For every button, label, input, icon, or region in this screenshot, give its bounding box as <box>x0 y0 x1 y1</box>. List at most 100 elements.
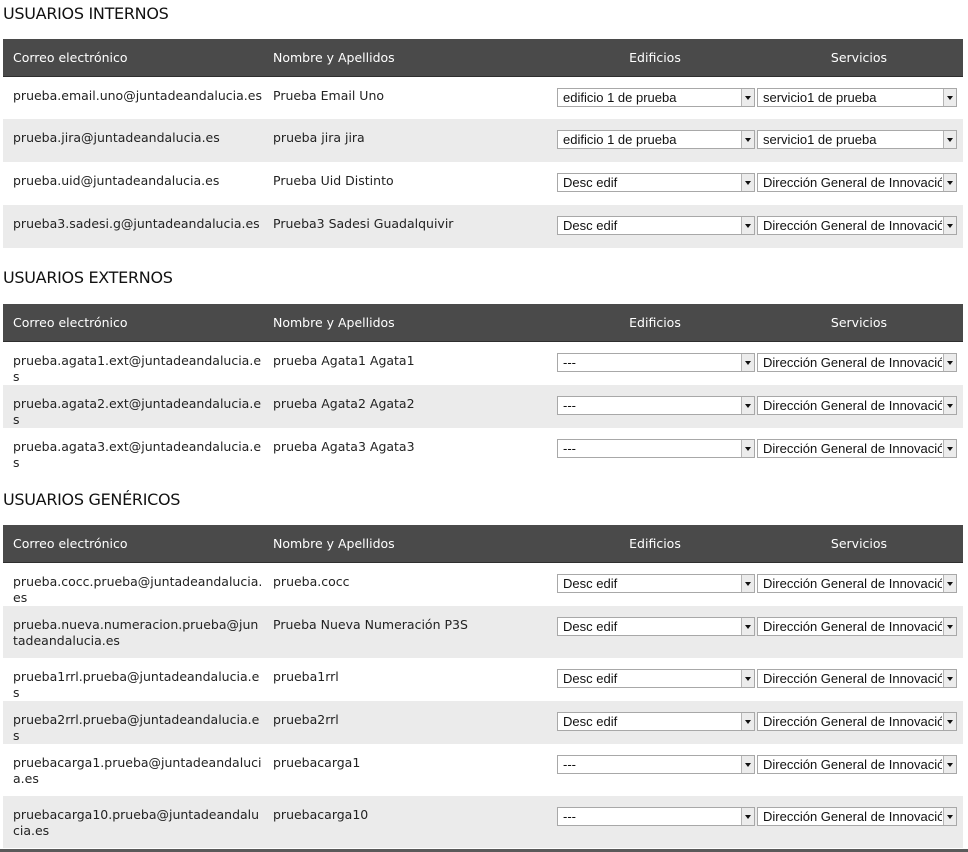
chevron-down-icon[interactable] <box>741 174 754 191</box>
email-cell: prueba.agata1.ext@juntadeandalucia.es <box>13 352 262 384</box>
edificio-select[interactable]: Desc edif <box>557 573 755 593</box>
edificio-selected-value: edificio 1 de prueba <box>563 132 677 147</box>
name-cell: Prueba Uid Distinto <box>273 173 394 188</box>
chevron-down-icon[interactable] <box>943 439 956 457</box>
servicio-select[interactable]: Dirección General de Innovación <box>757 806 957 826</box>
chevron-down-icon[interactable] <box>741 755 754 773</box>
name-cell: prueba jira jira <box>273 130 365 145</box>
servicio-select[interactable]: Dirección General de Innovación <box>757 216 957 235</box>
name-cell: pruebacarga1 <box>273 754 361 770</box>
name-cell: Prueba Nueva Numeración P3S <box>273 616 468 632</box>
chevron-down-icon[interactable] <box>741 574 754 592</box>
chevron-down-icon[interactable] <box>741 807 754 825</box>
edificio-selected-value: Desc edif <box>563 670 618 686</box>
edificio-select[interactable]: Desc edif <box>557 173 755 192</box>
servicio-select[interactable]: Dirección General de Innovación <box>757 395 957 415</box>
edificio-select[interactable]: --- <box>557 754 755 774</box>
email-cell: prueba.jira@juntadeandalucia.es <box>13 130 220 145</box>
chevron-down-icon[interactable] <box>741 617 754 635</box>
section-title-internos: USUARIOS INTERNOS <box>3 4 169 23</box>
table-row: prueba3.sadesi.g@juntadeandalucia.es Pru… <box>3 205 963 248</box>
name-cell: prueba2rrl <box>273 711 339 727</box>
servicio-select[interactable]: servicio1 de prueba <box>757 87 957 107</box>
edificio-select[interactable]: --- <box>557 438 755 458</box>
column-header-name: Nombre y Apellidos <box>263 39 555 77</box>
name-cell: prueba Agata1 Agata1 <box>273 352 415 368</box>
servicio-selected-value: Dirección General de Innovación <box>763 175 942 190</box>
servicio-select[interactable]: Dirección General de Innovación <box>757 352 957 372</box>
edificio-select[interactable]: Desc edif <box>557 711 755 731</box>
chevron-down-icon[interactable] <box>943 712 956 730</box>
table-row: pruebacarga1.prueba@juntadeandalucia.es … <box>3 743 963 796</box>
chevron-down-icon[interactable] <box>943 617 956 635</box>
chevron-down-icon[interactable] <box>943 755 956 773</box>
servicio-select[interactable]: servicio1 de prueba <box>757 130 957 149</box>
chevron-down-icon[interactable] <box>741 439 754 457</box>
column-header-name: Nombre y Apellidos <box>263 525 555 563</box>
email-cell: prueba.email.uno@juntadeandalucia.es <box>13 87 262 103</box>
edificio-select[interactable]: Desc edif <box>557 668 755 688</box>
edificio-selected-value: Desc edif <box>563 575 618 591</box>
table-row: prueba.jira@juntadeandalucia.es prueba j… <box>3 119 963 162</box>
servicio-selected-value: Dirección General de Innovación <box>763 354 942 370</box>
chevron-down-icon[interactable] <box>741 217 754 234</box>
edificio-selected-value: --- <box>563 808 576 824</box>
column-header-servicios: Servicios <box>755 525 963 563</box>
servicio-select[interactable]: Dirección General de Innovación <box>757 668 957 688</box>
table-header: Correo electrónico Nombre y Apellidos Ed… <box>3 39 963 77</box>
servicio-select[interactable]: Dirección General de Innovación <box>757 573 957 593</box>
servicio-select[interactable]: Dirección General de Innovación <box>757 616 957 636</box>
chevron-down-icon[interactable] <box>943 669 956 687</box>
chevron-down-icon[interactable] <box>741 712 754 730</box>
email-cell: prueba3.sadesi.g@juntadeandalucia.es <box>13 216 260 231</box>
column-header-edificios: Edificios <box>555 39 755 77</box>
table-row: prueba.nueva.numeracion.prueba@juntadean… <box>3 605 963 658</box>
table-header: Correo electrónico Nombre y Apellidos Ed… <box>3 525 963 563</box>
email-cell: pruebacarga1.prueba@juntadeandalucia.es <box>13 754 262 786</box>
chevron-down-icon[interactable] <box>943 217 956 234</box>
column-header-email: Correo electrónico <box>3 304 263 342</box>
chevron-down-icon[interactable] <box>741 88 754 106</box>
servicio-selected-value: Dirección General de Innovación <box>763 808 942 824</box>
servicio-select[interactable]: Dirección General de Innovación <box>757 173 957 192</box>
edificio-select[interactable]: edificio 1 de prueba <box>557 87 755 107</box>
servicio-select[interactable]: Dirección General de Innovación <box>757 438 957 458</box>
column-header-servicios: Servicios <box>755 39 963 77</box>
name-cell: prueba Agata2 Agata2 <box>273 395 415 411</box>
chevron-down-icon[interactable] <box>943 174 956 191</box>
servicio-selected-value: Dirección General de Innovación <box>763 575 942 591</box>
email-cell: prueba.uid@juntadeandalucia.es <box>13 173 220 188</box>
edificio-select[interactable]: Desc edif <box>557 216 755 235</box>
chevron-down-icon[interactable] <box>741 131 754 148</box>
servicio-selected-value: servicio1 de prueba <box>763 89 877 105</box>
table-row: prueba.uid@juntadeandalucia.es Prueba Ui… <box>3 162 963 205</box>
email-cell: prueba1rrl.prueba@juntadeandalucia.es <box>13 668 260 700</box>
chevron-down-icon[interactable] <box>943 396 956 414</box>
chevron-down-icon[interactable] <box>943 807 956 825</box>
edificio-select[interactable]: Desc edif <box>557 616 755 636</box>
edificio-selected-value: Desc edif <box>563 618 618 634</box>
servicio-select[interactable]: Dirección General de Innovación <box>757 754 957 774</box>
column-header-email: Correo electrónico <box>3 525 263 563</box>
servicio-selected-value: servicio1 de prueba <box>763 132 877 147</box>
chevron-down-icon[interactable] <box>943 353 956 371</box>
chevron-down-icon[interactable] <box>741 396 754 414</box>
edificio-select[interactable]: --- <box>557 806 755 826</box>
edificio-select[interactable]: --- <box>557 352 755 372</box>
servicio-select[interactable]: Dirección General de Innovación <box>757 711 957 731</box>
edificio-select[interactable]: edificio 1 de prueba <box>557 130 755 149</box>
chevron-down-icon[interactable] <box>741 353 754 371</box>
edificio-select[interactable]: --- <box>557 395 755 415</box>
column-header-email: Correo electrónico <box>3 39 263 77</box>
chevron-down-icon[interactable] <box>943 131 956 148</box>
chevron-down-icon[interactable] <box>943 574 956 592</box>
email-cell: prueba2rrl.prueba@juntadeandalucia.es <box>13 711 260 743</box>
edificio-selected-value: --- <box>563 354 576 370</box>
servicio-selected-value: Dirección General de Innovación <box>763 670 942 686</box>
email-cell: prueba.nueva.numeracion.prueba@juntadean… <box>13 616 259 648</box>
table-row: prueba.email.uno@juntadeandalucia.es Pru… <box>3 76 963 119</box>
name-cell: Prueba Email Uno <box>273 87 385 103</box>
chevron-down-icon[interactable] <box>741 669 754 687</box>
section-title-genericos: USUARIOS GENÉRICOS <box>3 490 181 509</box>
chevron-down-icon[interactable] <box>943 88 956 106</box>
